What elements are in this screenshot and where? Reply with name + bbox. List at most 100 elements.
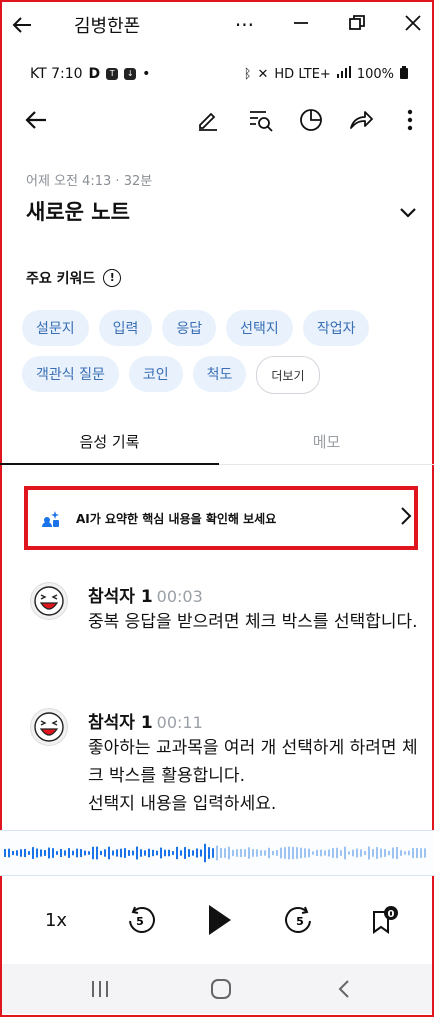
waveform-bar: [68, 848, 70, 858]
keyword-chip[interactable]: 코인: [128, 356, 183, 392]
waveform-bar: [24, 848, 26, 858]
waveform-bar: [256, 849, 258, 857]
waveform-bar: [420, 848, 422, 858]
tab-bar: 음성 기록 메모: [0, 418, 434, 465]
waveform-bar: [292, 846, 294, 860]
keyword-chips: 설문지 입력 응답 선택지 작업자 객관식 질문 코인 척도 더보기: [22, 310, 402, 394]
waveform-bar: [176, 846, 178, 860]
window-more-icon[interactable]: ···: [235, 13, 254, 37]
waveform-bar: [416, 848, 418, 858]
waveform-bar: [168, 849, 170, 857]
rewind-button[interactable]: 5: [118, 890, 162, 950]
info-icon[interactable]: !: [103, 269, 122, 287]
ai-summary-icon: [42, 509, 60, 527]
rewind-icon: 5: [129, 906, 155, 933]
bookmark-button[interactable]: 0: [364, 890, 404, 950]
waveform-bar: [112, 850, 114, 856]
waveform-bar: [344, 846, 346, 860]
waveform-bar: [156, 850, 158, 856]
waveform-bar: [260, 850, 262, 856]
keyword-chip[interactable]: 선택지: [226, 310, 293, 346]
waveform-bar: [40, 849, 42, 857]
home-icon[interactable]: [191, 964, 251, 1014]
waveform-bar: [424, 848, 426, 858]
close-icon[interactable]: [404, 13, 422, 37]
android-nav-bar: [2, 964, 432, 1014]
transcript-entry[interactable]: 참석자 1 00:11 좋아하는 교과목을 여러 개 선택하게 하려면 체크 박스…: [30, 708, 418, 828]
carrier-time: KT 7:10: [30, 66, 83, 82]
waveform-bar: [276, 850, 278, 856]
waveform-bar: [392, 847, 394, 859]
waveform-bar: [300, 847, 302, 859]
waveform-bar: [188, 849, 190, 857]
audio-waveform[interactable]: [0, 830, 434, 876]
waveform-bar: [280, 847, 282, 859]
minimize-icon[interactable]: [292, 13, 310, 37]
signal-icon: [336, 66, 351, 82]
waveform-bar: [332, 848, 334, 858]
waveform-bar: [132, 850, 134, 856]
speaker-name: 참석자 1: [88, 587, 153, 607]
waveform-bar: [136, 846, 138, 860]
speaker-timestamp[interactable]: 00:03: [157, 587, 203, 606]
keyword-chip[interactable]: 응답: [162, 310, 217, 346]
play-button[interactable]: [198, 890, 242, 950]
svg-text:5: 5: [136, 915, 144, 928]
waveform-bar: [372, 849, 374, 857]
ai-summary-banner[interactable]: AI가 요약한 핵심 내용을 확인해 보세요: [24, 486, 418, 550]
waveform-bar: [304, 848, 306, 858]
waveform-bar: [204, 843, 206, 863]
waveform-bar: [404, 851, 406, 855]
svg-text:5: 5: [296, 915, 304, 928]
chevron-down-icon[interactable]: [396, 200, 420, 224]
playback-speed-button[interactable]: 1x: [36, 890, 76, 950]
waveform-bar: [224, 848, 226, 858]
recent-apps-icon[interactable]: [70, 964, 130, 1014]
keyword-chip[interactable]: 척도: [192, 356, 247, 392]
waveform-bar: [316, 849, 318, 857]
more-vertical-icon[interactable]: [392, 100, 428, 140]
system-back-icon[interactable]: [314, 964, 374, 1014]
forward-button[interactable]: 5: [278, 890, 322, 950]
share-icon[interactable]: [343, 100, 379, 140]
window-titlebar: 김병한폰 ···: [2, 2, 432, 48]
waveform-bar: [104, 849, 106, 857]
search-list-icon[interactable]: [243, 100, 279, 140]
window-back-icon[interactable]: [2, 14, 42, 36]
chevron-right-icon: [398, 506, 414, 526]
status-bar: KT 7:10 D T ↓ • ᛒ ✕ HD LTE+ 100%: [30, 62, 408, 86]
more-keywords-button[interactable]: 더보기: [256, 356, 320, 394]
tab-memo[interactable]: 메모: [219, 418, 434, 464]
edit-icon[interactable]: [190, 100, 226, 140]
summary-icon[interactable]: [293, 100, 329, 140]
waveform-bar: [128, 850, 130, 856]
speaker-name: 참석자 1: [88, 713, 153, 733]
restore-icon[interactable]: [348, 13, 366, 37]
waveform-bar: [88, 851, 90, 855]
keyword-chip[interactable]: 입력: [98, 310, 153, 346]
waveform-bar: [308, 848, 310, 858]
keyword-chip[interactable]: 작업자: [302, 310, 370, 346]
transcript-entry[interactable]: 참석자 1 00:03 중복 응답을 받으려면 체크 박스를 선택합니다.: [30, 582, 418, 692]
keyword-chip[interactable]: 설문지: [22, 310, 89, 346]
keyword-chip[interactable]: 객관식 질문: [22, 356, 119, 392]
back-icon[interactable]: [18, 100, 54, 140]
waveform-bar: [348, 851, 350, 855]
tab-voice-record[interactable]: 음성 기록: [0, 418, 219, 465]
waveform-bar: [64, 850, 66, 856]
speaker-avatar: [30, 582, 68, 620]
waveform-bar: [352, 849, 354, 857]
speaker-timestamp[interactable]: 00:11: [157, 713, 203, 732]
waveform-bar: [20, 849, 22, 857]
waveform-bar: [192, 850, 194, 856]
waveform-bar: [328, 849, 330, 857]
waveform-bar: [44, 850, 46, 856]
waveform-bar: [252, 849, 254, 857]
waveform-bar: [56, 851, 58, 855]
waveform-bar: [180, 850, 182, 856]
waveform-bar: [152, 849, 154, 857]
play-icon: [209, 905, 231, 935]
waveform-bar: [60, 849, 62, 857]
waveform-bar: [36, 848, 38, 858]
waveform-bar: [356, 848, 358, 858]
